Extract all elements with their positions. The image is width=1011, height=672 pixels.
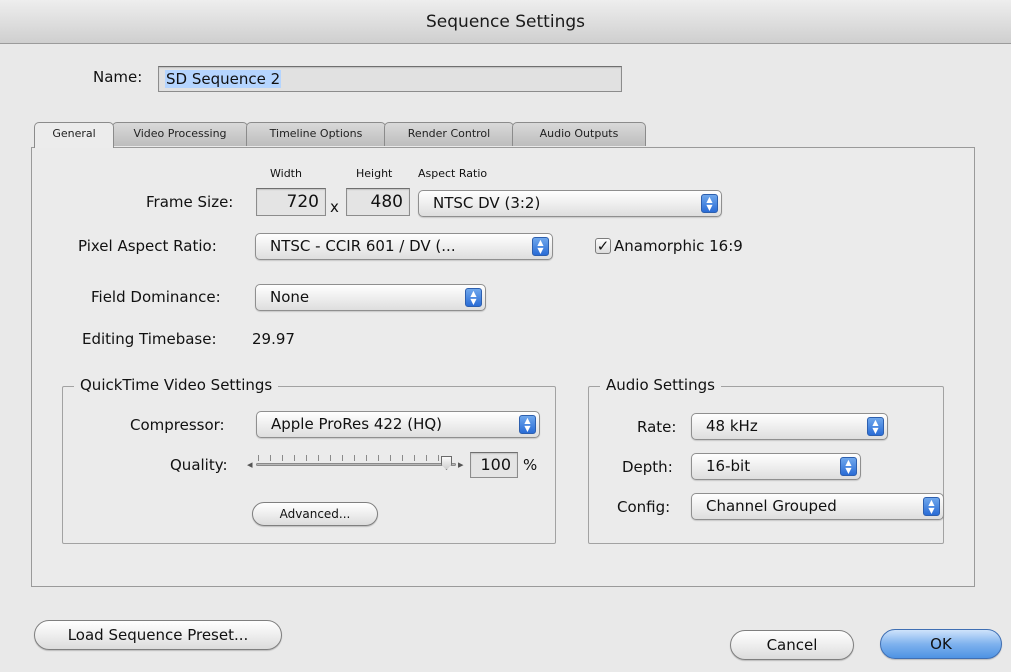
quality-slider-ticks: [258, 455, 448, 461]
window-title: Sequence Settings: [0, 0, 1011, 44]
tab-general[interactable]: General: [34, 122, 114, 148]
times-sign: x: [330, 198, 339, 216]
aspect-ratio-value: NTSC DV (3:2): [433, 194, 541, 212]
height-header: Height: [356, 167, 393, 180]
popup-arrows-icon: ▲ ▼: [532, 237, 549, 256]
aspect-ratio-header: Aspect Ratio: [418, 167, 488, 180]
percent-sign: %: [523, 456, 538, 474]
slider-max-icon: ▸: [458, 458, 464, 471]
width-header: Width: [270, 167, 302, 180]
tab-timeline-options[interactable]: Timeline Options: [246, 122, 386, 146]
editing-timebase-label: Editing Timebase:: [82, 330, 217, 348]
tab-render-control[interactable]: Render Control: [384, 122, 514, 146]
config-value: Channel Grouped: [706, 497, 837, 515]
quality-field[interactable]: 100: [470, 452, 518, 478]
rate-value: 48 kHz: [706, 417, 758, 435]
popup-arrows-icon: ▲ ▼: [923, 497, 940, 516]
checkmark-icon: ✓: [596, 237, 610, 255]
advanced-button[interactable]: Advanced...: [252, 502, 378, 526]
config-label: Config:: [617, 498, 671, 516]
name-value: SD Sequence 2: [165, 70, 282, 88]
popup-arrows-icon: ▲ ▼: [701, 194, 718, 213]
anamorphic-label: Anamorphic 16:9: [614, 237, 743, 255]
tab-audio-outputs[interactable]: Audio Outputs: [512, 122, 646, 146]
rate-popup[interactable]: 48 kHz ▲ ▼: [691, 413, 888, 440]
quicktime-group-title: QuickTime Video Settings: [74, 376, 279, 394]
compressor-value: Apple ProRes 422 (HQ): [271, 415, 443, 433]
rate-label: Rate:: [637, 418, 677, 436]
load-sequence-preset-button[interactable]: Load Sequence Preset...: [34, 620, 282, 650]
compressor-label: Compressor:: [130, 416, 225, 434]
audio-group-title: Audio Settings: [600, 376, 721, 394]
config-popup[interactable]: Channel Grouped ▲ ▼: [691, 493, 944, 520]
pixel-aspect-label: Pixel Aspect Ratio:: [78, 237, 217, 255]
field-dominance-popup[interactable]: None ▲ ▼: [255, 284, 486, 311]
depth-popup[interactable]: 16-bit ▲ ▼: [691, 453, 861, 480]
pixel-aspect-popup[interactable]: NTSC - CCIR 601 / DV (... ▲ ▼: [255, 233, 553, 260]
compressor-popup[interactable]: Apple ProRes 422 (HQ) ▲ ▼: [256, 411, 540, 438]
popup-arrows-icon: ▲ ▼: [519, 415, 536, 434]
editing-timebase-value: 29.97: [252, 330, 295, 348]
popup-arrows-icon: ▲ ▼: [465, 288, 482, 307]
frame-size-label: Frame Size:: [146, 193, 234, 211]
depth-label: Depth:: [622, 458, 673, 476]
anamorphic-checkbox[interactable]: ✓: [595, 238, 611, 254]
ok-button[interactable]: OK: [880, 629, 1002, 659]
popup-arrows-icon: ▲ ▼: [840, 457, 857, 476]
field-dominance-label: Field Dominance:: [91, 288, 221, 306]
quality-label: Quality:: [170, 456, 228, 474]
cancel-button[interactable]: Cancel: [730, 630, 854, 660]
depth-value: 16-bit: [706, 457, 751, 475]
width-field[interactable]: 720: [256, 188, 326, 216]
quality-slider-track[interactable]: [256, 463, 456, 466]
slider-min-icon: ◂: [247, 458, 253, 471]
height-field[interactable]: 480: [346, 188, 410, 216]
tab-video-processing[interactable]: Video Processing: [112, 122, 248, 146]
popup-arrows-icon: ▲ ▼: [867, 417, 884, 436]
pixel-aspect-value: NTSC - CCIR 601 / DV (...: [270, 237, 456, 255]
name-label: Name:: [93, 68, 143, 86]
field-dominance-value: None: [270, 288, 310, 306]
name-input[interactable]: SD Sequence 2: [158, 66, 622, 92]
aspect-ratio-popup[interactable]: NTSC DV (3:2) ▲ ▼: [418, 190, 722, 217]
